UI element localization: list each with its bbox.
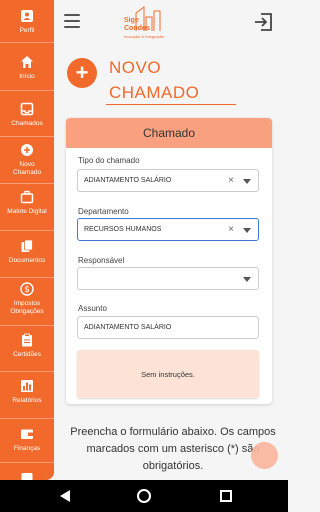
logout-icon[interactable] (252, 11, 274, 33)
home-icon (19, 54, 35, 70)
page-title: NOVO (109, 58, 162, 77)
sidebar-item-financas[interactable]: Finanças (0, 426, 54, 453)
page-title: CHAMADO (109, 83, 200, 102)
sidebar-item-chamados[interactable]: Chamados (0, 101, 54, 128)
title-underline (106, 104, 236, 105)
bar-chart-icon (19, 378, 35, 394)
recents-icon[interactable] (220, 490, 232, 502)
sidebar-item-label: Novo Chamado (12, 161, 42, 176)
sidebar-divider (0, 277, 54, 278)
sidebar-divider (0, 90, 54, 91)
add-circle-icon: + (67, 58, 97, 88)
chamado-form-card: Chamado Tipo do chamado ADIANTAMENTO SAL… (66, 118, 272, 404)
chevron-down-icon[interactable] (243, 179, 251, 184)
system-nav-bar (0, 480, 288, 512)
add-circle-icon (19, 142, 35, 158)
responsavel-label: Responsável (78, 256, 125, 265)
menu-icon[interactable] (64, 14, 80, 28)
sidebar-item-perfil[interactable]: Perfil (0, 8, 54, 35)
home-button-icon[interactable] (137, 489, 151, 503)
documents-icon (19, 238, 35, 254)
card-title: Chamado (66, 118, 272, 148)
sidebar-item-documentos[interactable]: Documentos (0, 238, 54, 265)
wallet-icon (19, 426, 35, 442)
responsavel-select[interactable] (77, 267, 259, 290)
sidebar-divider (0, 183, 54, 184)
sidebar-item-label: Certidões (13, 351, 41, 358)
logo: Sige Condos Inovação & Integração (114, 3, 214, 41)
sidebar-item-relatorios[interactable]: Relatórios (0, 378, 54, 405)
sidebar-item-label: Perfil (19, 27, 35, 34)
sidebar-item-label: Impostos Obrigações (10, 300, 44, 315)
dollar-icon: $ (19, 281, 35, 297)
chevron-down-icon[interactable] (243, 277, 251, 282)
logo-text: Sige (124, 17, 139, 24)
tipo-label: Tipo do chamado (78, 156, 140, 165)
form-instructions-text: Preencha o formulário abaixo. Os campos … (70, 426, 276, 472)
logo-tagline: Inovação & Integração (124, 34, 165, 39)
assunto-input[interactable]: ADIANTAMENTO SALÁRIO (77, 316, 259, 339)
sidebar-divider (0, 325, 54, 326)
back-icon[interactable] (60, 490, 70, 502)
departamento-label: Departamento (78, 207, 129, 216)
chevron-down-icon[interactable] (243, 228, 251, 233)
sidebar-divider (0, 230, 54, 231)
floating-button[interactable] (251, 442, 278, 469)
departamento-value: RECURSOS HUMANOS (84, 226, 162, 233)
sidebar: Perfil Início Chamados Novo Chamado Malo… (0, 0, 54, 481)
clipboard-icon (19, 332, 35, 348)
sidebar-divider (0, 136, 54, 137)
sidebar-item-label: Finanças (13, 445, 41, 452)
sidebar-item-label: Malote Digital (7, 208, 47, 215)
sidebar-item-malote-digital[interactable]: Malote Digital (0, 189, 54, 216)
sidebar-item-label: Chamados (11, 120, 43, 127)
briefcase-icon (19, 189, 35, 205)
svg-text:$: $ (24, 285, 30, 295)
sidebar-item-novo-chamado[interactable]: Novo Chamado (0, 142, 54, 176)
assunto-value: ADIANTAMENTO SALÁRIO (84, 324, 172, 331)
tipo-select[interactable]: ADIANTAMENTO SALÁRIO × (77, 169, 259, 192)
clear-icon[interactable]: × (228, 224, 234, 235)
sidebar-item-label: Início (19, 73, 35, 80)
sidebar-divider (0, 418, 54, 419)
sidebar-item-inicio[interactable]: Início (0, 54, 54, 81)
sidebar-divider (0, 371, 54, 372)
assunto-label: Assunto (78, 304, 107, 313)
inbox-icon (19, 101, 35, 117)
sidebar-item-label: Relatórios (12, 397, 42, 404)
sidebar-item-certidoes[interactable]: Certidões (0, 332, 54, 359)
logo-text: Condos (124, 25, 151, 32)
sidebar-item-label: Documentos (8, 257, 46, 264)
tipo-value: ADIANTAMENTO SALÁRIO (84, 177, 172, 184)
sidebar-divider (0, 42, 54, 43)
user-icon (19, 8, 35, 24)
sidebar-divider (0, 462, 54, 463)
instructions-box: Sem instruções. (77, 350, 259, 398)
app-header: Sige Condos Inovação & Integração (54, 0, 288, 44)
sidebar-item-impostos[interactable]: $ Impostos Obrigações (0, 281, 54, 315)
clear-icon[interactable]: × (228, 175, 234, 186)
departamento-select[interactable]: RECURSOS HUMANOS × (77, 218, 259, 241)
